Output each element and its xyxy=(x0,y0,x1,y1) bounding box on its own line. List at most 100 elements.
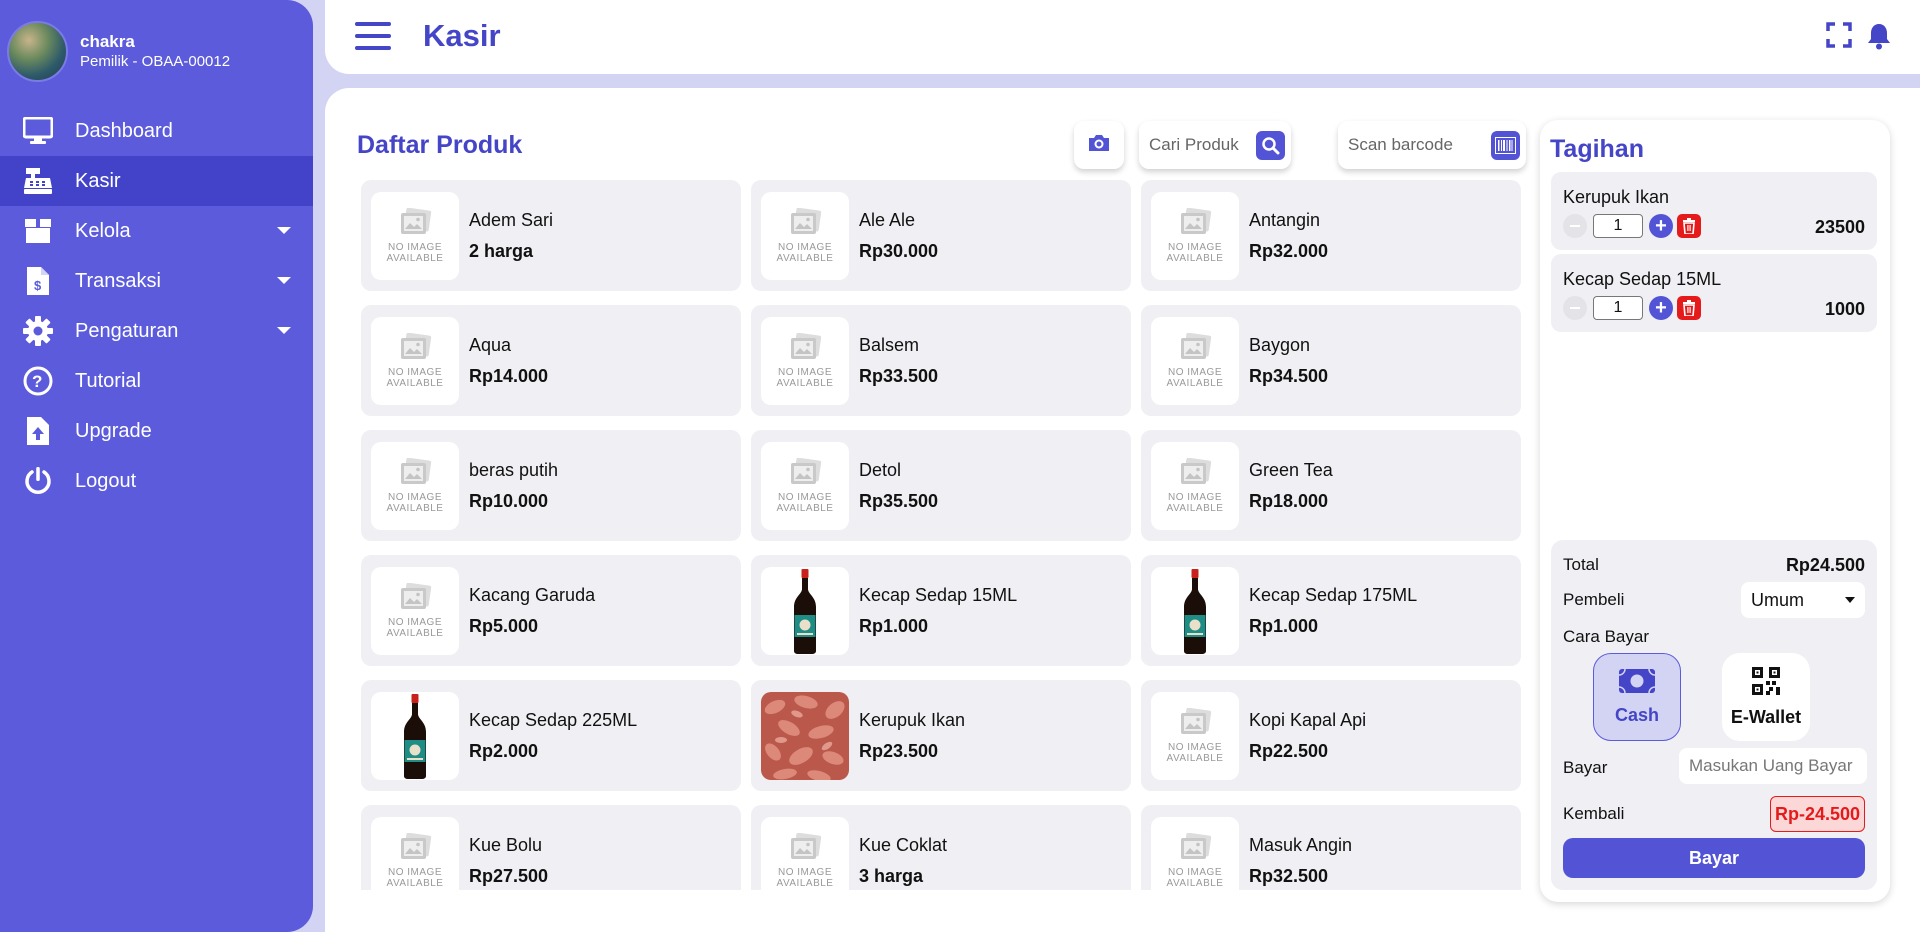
no-image-icon: NO IMAGE AVAILABLE xyxy=(371,316,459,405)
sidebar-item-logout[interactable]: Logout xyxy=(0,456,313,506)
payment-amount-input[interactable] xyxy=(1679,748,1867,784)
product-card[interactable]: NO IMAGE AVAILABLE Ale Ale Rp30.000 xyxy=(751,180,1131,291)
product-card[interactable]: NO IMAGE AVAILABLE Kacang Garuda Rp5.000 xyxy=(361,555,741,666)
fullscreen-icon[interactable] xyxy=(1826,22,1852,55)
svg-text:$: $ xyxy=(34,278,42,293)
chevron-down-icon xyxy=(277,327,291,334)
product-card[interactable]: NO IMAGE AVAILABLE Detol Rp35.500 xyxy=(751,430,1131,541)
ewallet-label: E-Wallet xyxy=(1730,707,1802,727)
product-price: Rp35.500 xyxy=(859,490,939,511)
increase-qty-button[interactable]: + xyxy=(1649,214,1673,238)
product-card[interactable]: NO IMAGE AVAILABLE Baygon Rp34.500 xyxy=(1141,305,1521,416)
product-price: 3 harga xyxy=(859,865,924,886)
product-card[interactable]: NO IMAGE AVAILABLE Aqua Rp14.000 xyxy=(361,305,741,416)
sidebar-item-label: Kasir xyxy=(75,169,121,192)
chevron-down-icon xyxy=(277,227,291,234)
no-image-icon: NO IMAGE AVAILABLE xyxy=(371,441,459,530)
search-input[interactable] xyxy=(1149,135,1269,155)
product-card[interactable]: Kerupuk Ikan Rp23.500 xyxy=(751,680,1131,791)
product-name: Detol xyxy=(859,459,902,480)
avatar xyxy=(7,21,68,82)
sidebar-item-transaksi[interactable]: $ Transaksi xyxy=(0,256,313,306)
monitor-icon xyxy=(22,115,54,147)
trash-icon[interactable] xyxy=(1677,214,1701,238)
sidebar-item-kelola[interactable]: Kelola xyxy=(0,206,313,256)
product-card[interactable]: Kecap Sedap 225ML Rp2.000 xyxy=(361,680,741,791)
no-image-text: NO IMAGE AVAILABLE xyxy=(386,616,444,639)
sidebar-item-label: Pengaturan xyxy=(75,319,179,342)
product-name: Aqua xyxy=(469,334,512,355)
sidebar-item-kasir[interactable]: Kasir xyxy=(0,156,313,206)
sidebar-item-label: Kelola xyxy=(75,219,131,242)
hamburger-menu-icon[interactable] xyxy=(355,22,391,50)
decrease-qty-button[interactable] xyxy=(1563,214,1587,238)
product-price: Rp5.000 xyxy=(469,615,539,636)
sidebar-item-pengaturan[interactable]: Pengaturan xyxy=(0,306,313,356)
product-card[interactable]: NO IMAGE AVAILABLE Balsem Rp33.500 xyxy=(751,305,1131,416)
bill-item-name: Kecap Sedap 15ML xyxy=(1563,269,1722,289)
product-card[interactable]: NO IMAGE AVAILABLE Masuk Angin Rp32.500 xyxy=(1141,805,1521,890)
payment-method-label: Cara Bayar xyxy=(1563,627,1649,646)
page-title: Kasir xyxy=(423,18,501,53)
user-profile[interactable]: chakra Pemilik - OBAA-00012 xyxy=(7,21,230,82)
svg-text:?: ? xyxy=(32,372,42,391)
product-name: Ale Ale xyxy=(859,209,916,230)
sidebar: chakra Pemilik - OBAA-00012 Dashboard Ka… xyxy=(0,0,313,932)
product-card[interactable]: Kecap Sedap 175ML Rp1.000 xyxy=(1141,555,1521,666)
product-price: Rp18.000 xyxy=(1249,490,1329,511)
bell-icon[interactable] xyxy=(1866,22,1892,55)
product-price: Rp34.500 xyxy=(1249,365,1329,386)
qty-input[interactable]: 1 xyxy=(1593,296,1643,320)
product-card[interactable]: NO IMAGE AVAILABLE Kue Bolu Rp27.500 xyxy=(361,805,741,890)
product-name: Kerupuk Ikan xyxy=(859,709,966,730)
product-card[interactable]: NO IMAGE AVAILABLE Kue Coklat 3 harga xyxy=(751,805,1131,890)
buyer-label: Pembeli xyxy=(1563,590,1625,609)
search-icon[interactable] xyxy=(1256,131,1285,160)
ewallet-method-button[interactable]: E-Wallet xyxy=(1722,653,1810,741)
product-card[interactable]: NO IMAGE AVAILABLE Antangin Rp32.000 xyxy=(1141,180,1521,291)
change-value: Rp-24.500 xyxy=(1769,796,1865,832)
search-box xyxy=(1139,121,1291,169)
product-price: Rp32.500 xyxy=(1249,865,1329,886)
cash-method-button[interactable]: Cash xyxy=(1593,653,1681,741)
product-card[interactable]: Kecap Sedap 15ML Rp1.000 xyxy=(751,555,1131,666)
question-icon: ? xyxy=(22,365,54,397)
barcode-input[interactable] xyxy=(1348,135,1468,155)
camera-button[interactable] xyxy=(1074,121,1124,169)
barcode-icon[interactable] xyxy=(1491,131,1520,160)
product-name: Antangin xyxy=(1249,209,1321,230)
sidebar-item-dashboard[interactable]: Dashboard xyxy=(0,106,313,156)
product-card[interactable]: NO IMAGE AVAILABLE beras putih Rp10.000 xyxy=(361,430,741,541)
no-image-icon: NO IMAGE AVAILABLE xyxy=(1151,316,1239,405)
no-image-icon: NO IMAGE AVAILABLE xyxy=(371,566,459,655)
no-image-text: NO IMAGE AVAILABLE xyxy=(1166,866,1224,889)
trash-icon[interactable] xyxy=(1677,296,1701,320)
qty-input[interactable]: 1 xyxy=(1593,214,1643,238)
no-image-icon: NO IMAGE AVAILABLE xyxy=(761,816,849,890)
product-card[interactable]: NO IMAGE AVAILABLE Kopi Kapal Api Rp22.500 xyxy=(1141,680,1521,791)
total-label: Total xyxy=(1563,555,1599,574)
buyer-select[interactable]: Umum xyxy=(1741,582,1865,618)
product-card[interactable]: NO IMAGE AVAILABLE Green Tea Rp18.000 xyxy=(1141,430,1521,541)
product-name: Kopi Kapal Api xyxy=(1249,709,1367,730)
decrease-qty-button[interactable] xyxy=(1563,296,1587,320)
no-image-text: NO IMAGE AVAILABLE xyxy=(1166,491,1224,514)
sidebar-item-upgrade[interactable]: Upgrade xyxy=(0,406,313,456)
user-name: chakra xyxy=(80,31,135,51)
product-name: Kecap Sedap 15ML xyxy=(859,584,1018,605)
product-card[interactable]: NO IMAGE AVAILABLE Adem Sari 2 harga xyxy=(361,180,741,291)
cash-label: Cash xyxy=(1614,705,1659,725)
no-image-text: NO IMAGE AVAILABLE xyxy=(386,366,444,389)
no-image-text: NO IMAGE AVAILABLE xyxy=(1166,241,1224,264)
product-image xyxy=(761,566,849,655)
no-image-text: NO IMAGE AVAILABLE xyxy=(776,241,834,264)
sidebar-item-tutorial[interactable]: ? Tutorial xyxy=(0,356,313,406)
sidebar-item-label: Logout xyxy=(75,469,137,492)
product-price: Rp2.000 xyxy=(469,740,539,761)
pay-button[interactable]: Bayar xyxy=(1563,838,1865,878)
increase-qty-button[interactable]: + xyxy=(1649,296,1673,320)
bill-item-total: 23500 xyxy=(1814,217,1865,237)
no-image-icon: NO IMAGE AVAILABLE xyxy=(371,816,459,890)
bill-item: Kecap Sedap 15ML 1 + 1000 xyxy=(1551,254,1877,332)
no-image-icon: NO IMAGE AVAILABLE xyxy=(761,191,849,280)
